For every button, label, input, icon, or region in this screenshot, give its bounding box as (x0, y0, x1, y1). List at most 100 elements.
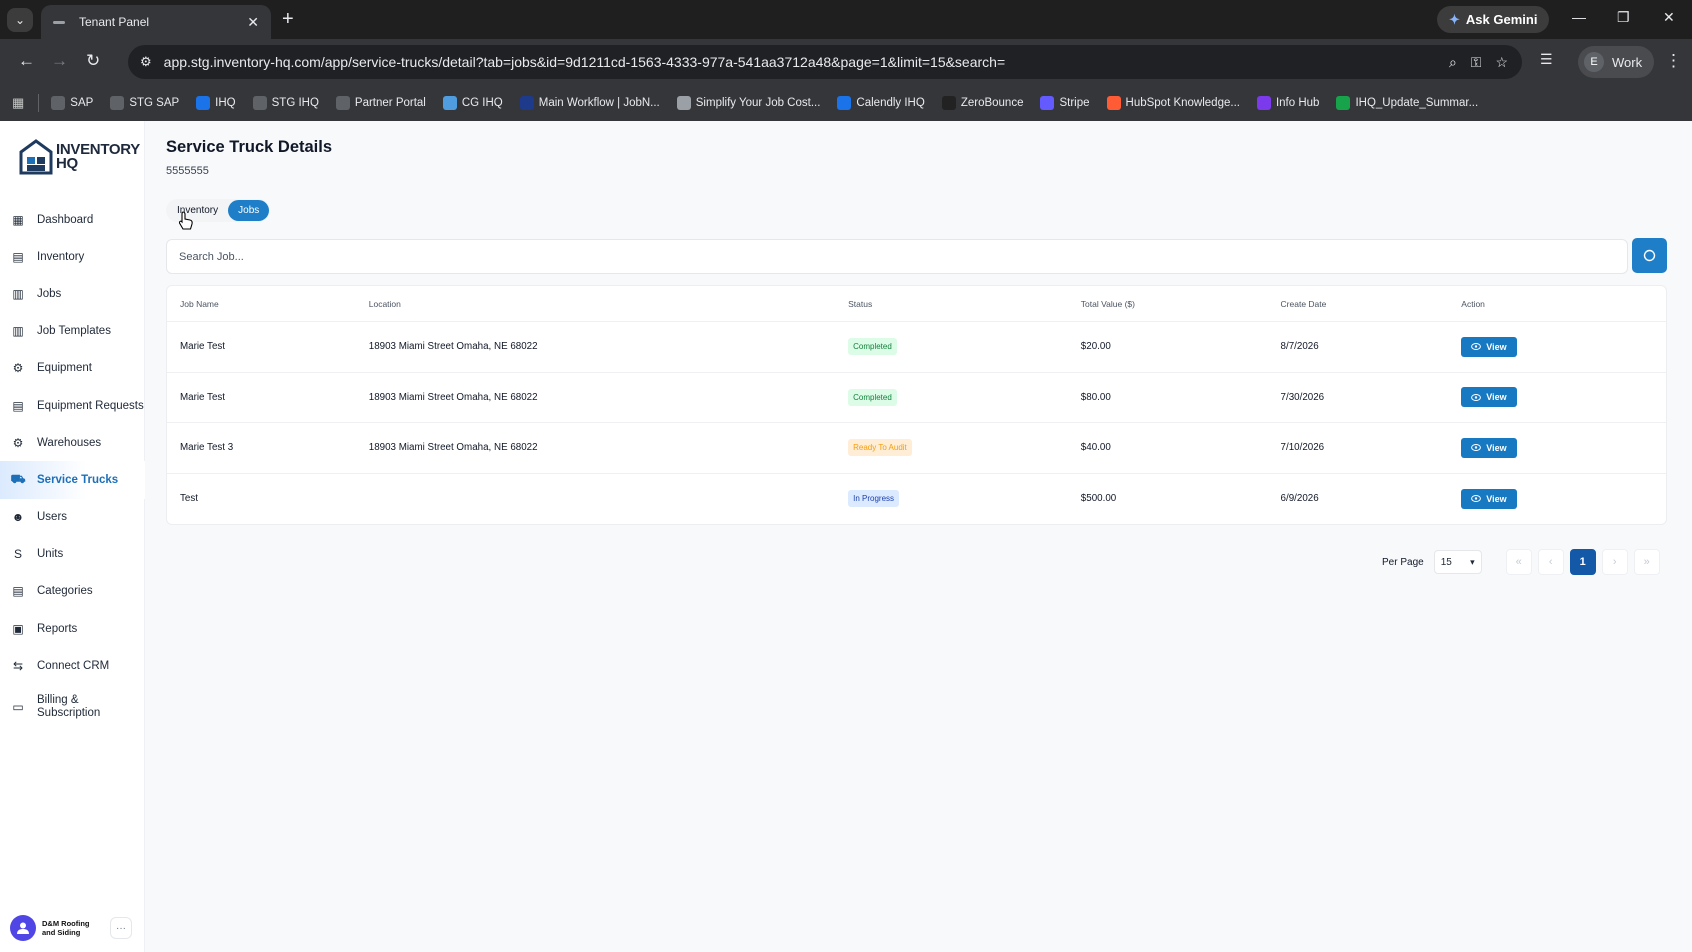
bookmark-item[interactable]: Simplify Your Job Cost... (676, 96, 821, 110)
per-page-select[interactable]: 15 ▾ (1433, 550, 1482, 574)
url-text[interactable]: app.stg.inventory-hq.com/app/service-tru… (164, 54, 1449, 70)
view-button[interactable]: View (1461, 488, 1517, 509)
bookmark-favicon-icon (837, 96, 852, 110)
sidebar-item-label: Equipment Requests (37, 399, 144, 412)
view-label: View (1486, 341, 1507, 352)
forward-icon[interactable]: → (51, 51, 68, 71)
sidebar-item-label: Service Trucks (37, 473, 119, 486)
bookmark-item[interactable]: STG SAP (110, 96, 179, 110)
logo[interactable]: INVENTORY HQ (19, 138, 140, 176)
profile-button[interactable]: E Work (1578, 46, 1655, 78)
sidebar-item-reports[interactable]: ▣ Reports (0, 610, 145, 647)
sidebar-item-job-templates[interactable]: ▥ Job Templates (0, 313, 145, 350)
bookmark-item[interactable]: HubSpot Knowledge... (1106, 96, 1240, 110)
sidebar-item-dashboard[interactable]: ▦ Dashboard (0, 201, 145, 238)
search-button[interactable] (1632, 238, 1667, 273)
page-title: Service Truck Details (166, 138, 333, 156)
bookmark-item[interactable]: Info Hub (1256, 96, 1319, 110)
jobs-table: Job Name Location Status Total Value ($)… (166, 285, 1667, 525)
address-bar[interactable]: ⚙ app.stg.inventory-hq.com/app/service-t… (128, 45, 1522, 79)
bookmark-item[interactable]: CG IHQ (442, 96, 503, 110)
first-page-button[interactable]: « (1505, 549, 1532, 575)
sidebar-item-categories[interactable]: ▤ Categories (0, 573, 145, 610)
next-page-button[interactable]: › (1601, 549, 1628, 575)
organization-switcher[interactable]: D&M Roofing and Siding ··· (10, 915, 132, 941)
sidebar-item-label: Users (37, 511, 68, 524)
org-name: D&M Roofing and Siding (42, 919, 90, 937)
reading-list-icon[interactable]: ☰ (1540, 51, 1553, 68)
back-icon[interactable]: ← (18, 51, 35, 71)
main-content: Service Truck Details 5555555 Inventory J… (145, 121, 1692, 952)
sidebar-item-equipment-requests[interactable]: ▤ Equipment Requests (0, 387, 145, 424)
total-value-cell: $20.00 (1080, 341, 1111, 353)
bookmark-favicon-icon (110, 96, 125, 110)
bookmark-item[interactable]: IHQ_Update_Summar... (1336, 96, 1478, 110)
bookmark-label: Simplify Your Job Cost... (695, 97, 821, 109)
sidebar-item-units[interactable]: S Units (0, 536, 145, 573)
job-name-cell: Marie Test (180, 341, 226, 353)
tab-jobs[interactable]: Jobs (228, 200, 270, 221)
bookmark-label: Main Workflow | JobN... (538, 97, 660, 109)
last-page-button[interactable]: » (1633, 549, 1660, 575)
view-button[interactable]: View (1461, 437, 1517, 458)
zoom-icon[interactable]: ⌕ (1449, 54, 1457, 71)
sidebar-item-jobs[interactable]: ▥ Jobs (0, 275, 145, 312)
bookmark-label: HubSpot Knowledge... (1125, 97, 1240, 109)
tab-inventory[interactable]: Inventory (167, 200, 228, 221)
view-button[interactable]: View (1461, 336, 1517, 357)
bookmark-item[interactable]: IHQ (196, 96, 236, 110)
tab-close-icon[interactable]: ✕ (247, 14, 259, 31)
bookmark-label: Partner Portal (354, 97, 426, 109)
chevron-down-icon: ▾ (1470, 556, 1475, 567)
sidebar-item-warehouses[interactable]: ⚙ Warehouses (0, 424, 145, 461)
sidebar-item-service-trucks[interactable]: ⛟ Service Trucks (0, 461, 145, 499)
bookmark-item[interactable]: STG IHQ (252, 96, 319, 110)
more-options-button[interactable]: ··· (110, 917, 132, 939)
inventory-icon: ▤ (12, 249, 24, 264)
window-close-icon[interactable]: ✕ (1663, 9, 1675, 26)
per-page-value: 15 (1440, 556, 1452, 568)
header-location: Location (368, 298, 401, 309)
bookmark-label: Calendly IHQ (856, 97, 925, 109)
bookmark-favicon-icon (519, 96, 534, 110)
bookmark-item[interactable]: ZeroBounce (941, 96, 1023, 110)
sidebar-item-connect-crm[interactable]: ⇆ Connect CRM (0, 647, 145, 684)
bookmark-label: IHQ (215, 97, 236, 109)
sidebar-item-billing-subscription[interactable]: ▭ Billing & Subscription (0, 684, 145, 730)
create-date-cell: 6/9/2026 (1280, 493, 1319, 505)
sidebar-item-inventory[interactable]: ▤ Inventory (0, 238, 145, 275)
reload-icon[interactable]: ↻ (86, 51, 100, 71)
restore-icon[interactable]: ❐ (1617, 9, 1630, 26)
job-templates-icon: ▥ (12, 324, 24, 339)
sidebar-item-equipment[interactable]: ⚙ Equipment (0, 350, 145, 387)
browser-tab[interactable]: Tenant Panel ✕ (41, 5, 271, 39)
bookmark-item[interactable]: Calendly IHQ (837, 96, 925, 110)
previous-page-button[interactable]: ‹ (1537, 549, 1564, 575)
job-name-cell: Marie Test (180, 391, 226, 403)
bookmark-item[interactable]: Main Workflow | JobN... (519, 96, 660, 110)
site-info-icon[interactable]: ⚙ (140, 54, 152, 70)
new-tab-button[interactable]: + (282, 8, 294, 31)
bookmark-item[interactable]: Stripe (1040, 96, 1090, 110)
apps-grid-icon[interactable]: ▦ (12, 95, 24, 111)
ask-gemini-button[interactable]: ✦ Ask Gemini (1437, 6, 1550, 33)
bookmark-item[interactable]: SAP (51, 96, 93, 110)
sidebar-item-users[interactable]: ☻ Users (0, 499, 145, 536)
action-cell: View (1461, 488, 1666, 509)
view-button[interactable]: View (1461, 387, 1517, 408)
search-job-input[interactable] (166, 239, 1628, 274)
reports-icon: ▣ (12, 621, 24, 636)
browser-menu-icon[interactable]: ⋮ (1665, 51, 1682, 71)
status-badge: Completed (848, 388, 897, 406)
password-key-icon[interactable]: ⚿ (1471, 54, 1482, 71)
equipment-requests-icon: ▤ (12, 398, 24, 413)
status-badge: Completed (848, 338, 897, 356)
tab-search-chevron-icon[interactable]: ⌄ (7, 8, 33, 32)
page-1-button[interactable]: 1 (1569, 549, 1596, 575)
per-page-label: Per Page (1382, 556, 1424, 568)
bookmark-star-icon[interactable]: ☆ (1495, 54, 1508, 71)
bookmark-item[interactable]: Partner Portal (335, 96, 426, 110)
tab-title: Tenant Panel (79, 15, 150, 29)
minimize-icon[interactable]: — (1572, 9, 1586, 25)
bookmarks-bar: ▦ SAP STG SAP IHQ STG IHQ Partner Portal CG I… (0, 85, 1692, 121)
